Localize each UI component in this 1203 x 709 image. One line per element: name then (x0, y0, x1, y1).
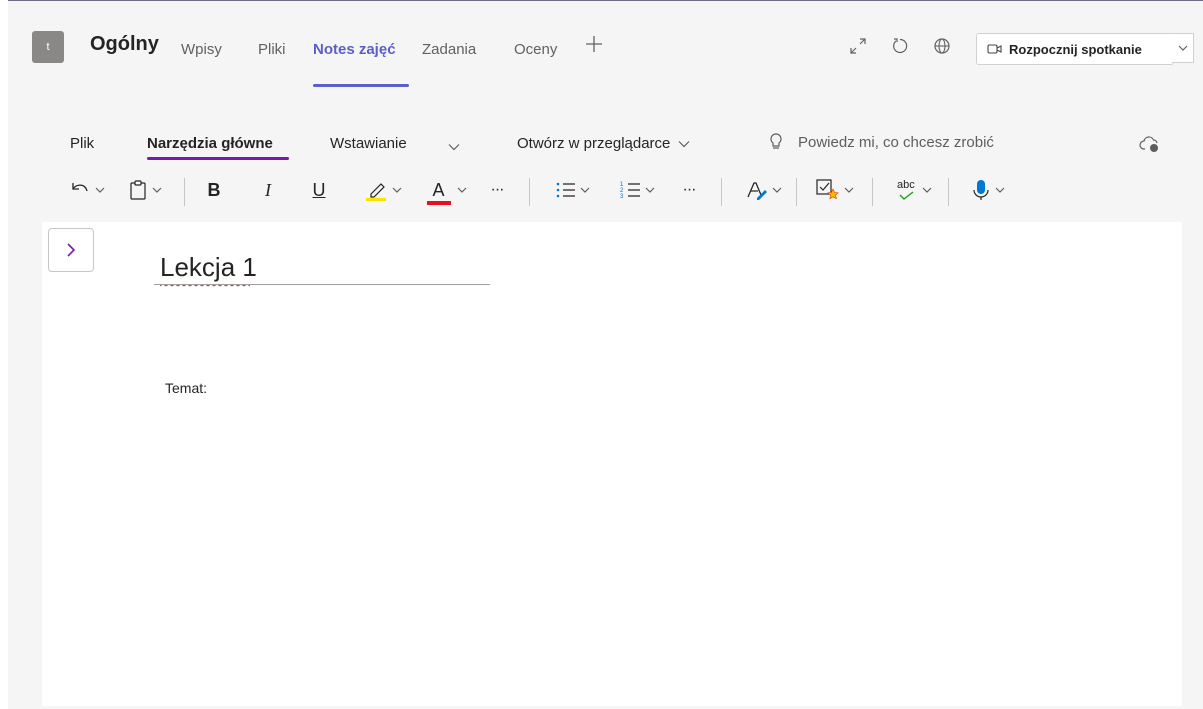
font-color-icon: A (426, 180, 452, 205)
refresh-icon (893, 38, 908, 54)
clipboard-icon (130, 180, 146, 200)
globe-icon (934, 38, 950, 54)
expand-navigation-button[interactable] (48, 228, 94, 272)
video-camera-icon (987, 44, 1002, 54)
meeting-button-group: Rozpocznij spotkanie (976, 33, 1174, 65)
open-in-browser-button[interactable]: Otwórz w przeglądarce (517, 135, 690, 152)
ribbon-tab-wstawianie[interactable]: Wstawianie (330, 135, 407, 152)
toolbar-separator (872, 178, 873, 206)
team-avatar[interactable]: t (32, 31, 64, 63)
chevron-down-icon (448, 144, 460, 151)
undo-icon (72, 183, 88, 192)
styles-icon (746, 182, 767, 200)
chevron-down-icon (645, 187, 654, 193)
reload-tab-button[interactable] (888, 34, 912, 58)
tag-checkbox-star-icon (815, 179, 839, 200)
plus-icon (586, 36, 602, 52)
tags-button[interactable] (806, 176, 862, 204)
tab-zadania[interactable]: Zadania (422, 41, 476, 58)
more-formatting-button[interactable]: ··· (482, 176, 512, 204)
chevron-down-icon (152, 187, 162, 193)
dictate-button[interactable] (962, 176, 1014, 204)
chevron-down-icon (844, 187, 853, 193)
more-paragraph-button[interactable]: ··· (674, 176, 704, 204)
bullets-button[interactable] (548, 176, 596, 204)
svg-text:3: 3 (620, 194, 624, 200)
page-body-text[interactable]: Temat: (165, 380, 207, 396)
tab-wpisy[interactable]: Wpisy (181, 41, 222, 58)
page-title-text: Lekcja 1 (160, 252, 257, 282)
chevron-down-icon (392, 187, 401, 193)
highlight-button[interactable] (357, 176, 407, 204)
channel-name: Ogólny (90, 33, 159, 55)
search-placeholder: Powiedz mi, co chcesz zrobić (798, 133, 994, 151)
toolbar-separator (529, 178, 530, 206)
start-meeting-label: Rozpocznij spotkanie (1009, 41, 1142, 57)
chevron-right-icon (67, 243, 76, 257)
toolbar-separator (184, 178, 185, 206)
toolbar-separator (796, 178, 797, 206)
toolbar-separator (721, 178, 722, 206)
ribbon-tab-narzedzia-glowne[interactable]: Narzędzia główne (147, 135, 273, 152)
open-in-browser-label: Otwórz w przeglądarce (517, 135, 671, 152)
tell-me-search[interactable]: Powiedz mi, co chcesz zrobić (768, 132, 994, 152)
italic-button[interactable]: I (254, 176, 282, 204)
font-color-letter: A (432, 180, 445, 200)
left-edge (0, 0, 8, 709)
ribbon-tab-plik[interactable]: Plik (70, 135, 94, 152)
note-page-canvas[interactable]: Lekcja 1 Temat: (42, 222, 1182, 706)
spelling-check-icon: abc (896, 179, 918, 201)
chevron-down-icon (772, 187, 781, 193)
spelling-icon-text: abc (897, 179, 915, 191)
microphone-icon (973, 180, 989, 200)
bulleted-list-icon (556, 182, 575, 198)
channel-header: t Ogólny Wpisy Pliki Notes zajęć Zadania… (8, 1, 1203, 89)
tab-notes-zajec[interactable]: Notes zajęć (313, 41, 396, 58)
numbered-list-icon: 123 (620, 182, 640, 200)
expand-tab-button[interactable] (846, 34, 870, 58)
chevron-down-icon (580, 187, 589, 193)
sync-status-button[interactable] (1139, 135, 1161, 158)
underline-button[interactable]: U (305, 176, 333, 204)
expand-icon (850, 38, 866, 54)
add-tab-button[interactable] (585, 34, 603, 58)
active-ribbon-tab-indicator (147, 157, 289, 160)
chevron-down-icon (457, 187, 466, 193)
chevron-down-icon (922, 187, 932, 193)
tab-oceny[interactable]: Oceny (514, 41, 557, 58)
chevron-down-icon (95, 187, 105, 193)
start-meeting-button[interactable]: Rozpocznij spotkanie (977, 34, 1174, 64)
chevron-down-icon (1178, 45, 1187, 51)
open-website-button[interactable] (930, 34, 954, 58)
title-underline (154, 284, 490, 285)
ribbon-more-tabs-button[interactable] (448, 138, 460, 155)
highlighter-icon (365, 183, 386, 201)
active-tab-indicator (313, 84, 409, 87)
chevron-down-icon (678, 140, 690, 147)
chevron-down-icon (995, 187, 1005, 193)
paste-button[interactable] (116, 176, 174, 204)
styles-button[interactable] (738, 176, 788, 204)
spelling-button[interactable]: abc (889, 176, 939, 204)
page-title[interactable]: Lekcja 1 (160, 252, 257, 287)
meeting-options-dropdown[interactable] (1172, 33, 1194, 63)
tab-pliki[interactable]: Pliki (258, 41, 286, 58)
cloud-sync-icon (1139, 136, 1158, 152)
undo-button[interactable] (64, 176, 110, 204)
lightbulb-icon (770, 133, 782, 149)
font-color-button[interactable]: A (420, 176, 472, 205)
bold-button[interactable]: B (200, 176, 228, 204)
toolbar-separator (948, 178, 949, 206)
numbering-button[interactable]: 123 (612, 176, 662, 204)
